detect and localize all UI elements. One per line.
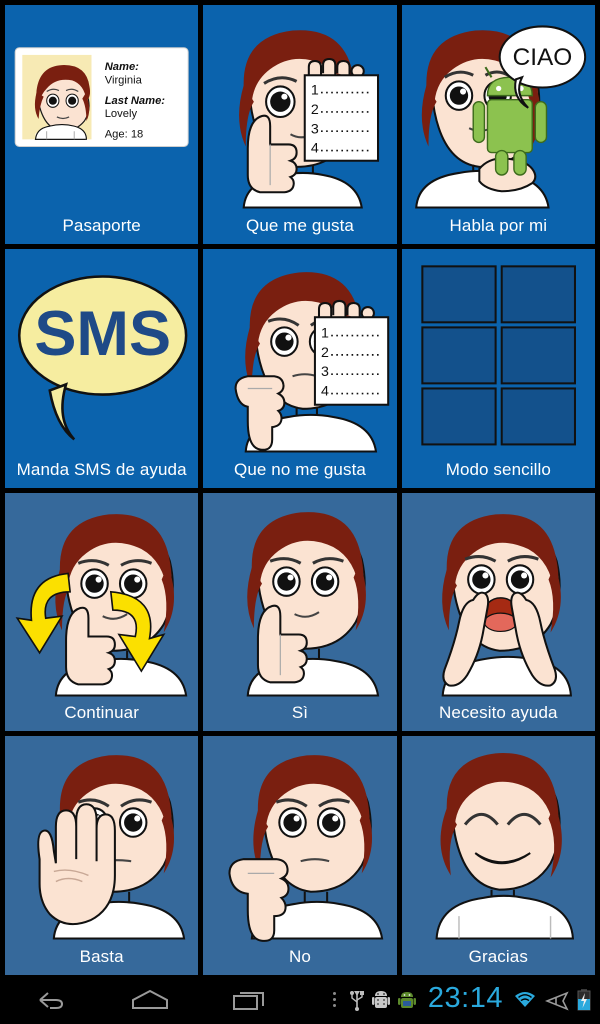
usb-icon	[349, 988, 365, 1012]
svg-text:4: 4	[311, 141, 319, 157]
svg-text:1: 1	[311, 83, 319, 99]
grid-layout-icon	[420, 265, 576, 446]
svg-text:Name:: Name:	[105, 61, 139, 73]
continue-arrows-icon	[15, 513, 188, 697]
battery-charging-icon	[576, 988, 592, 1012]
status-clock: 23:14	[427, 982, 503, 1014]
svg-text:SMS: SMS	[34, 299, 171, 369]
svg-text:2: 2	[311, 102, 319, 118]
board-cell-label: Gracias	[468, 947, 528, 966]
communication-board-grid: Name: Virginia Last Name: Lovely Age: 18…	[0, 0, 600, 975]
thumbs-down-icon	[228, 755, 384, 943]
basta-illustration	[5, 736, 198, 948]
si-illustration	[203, 493, 396, 705]
navigation-keys	[0, 975, 300, 1024]
passport-card-icon: Name: Virginia Last Name: Lovely Age: 18	[14, 47, 189, 147]
board-cell-habla-por-mi[interactable]: CIAO Habla por mi	[401, 5, 595, 244]
svg-text:2: 2	[321, 345, 329, 361]
home-icon	[132, 989, 168, 1009]
recent-apps-icon	[233, 991, 264, 1010]
board-cell-basta[interactable]: Basta	[5, 736, 199, 975]
svg-text:Virginia: Virginia	[105, 74, 143, 86]
board-cell-label: Manda SMS de ayuda	[16, 459, 187, 479]
svg-text:Age: 18: Age: 18	[105, 128, 144, 140]
svg-text:4: 4	[321, 383, 329, 399]
que-me-gusta-illustration: 1 2 3 4	[203, 5, 396, 217]
board-cell-gracias[interactable]: Gracias	[401, 736, 595, 975]
que-no-me-gusta-illustration: 1 2 3 4	[203, 249, 396, 461]
smiling-face-icon	[435, 753, 574, 940]
svg-text:1: 1	[321, 325, 329, 341]
thumbs-up-icon	[247, 511, 380, 697]
board-cell-si[interactable]: Sì	[203, 492, 397, 732]
manda-sms-illustration: SMS	[5, 249, 198, 461]
board-cell-modo-sencillo[interactable]: Modo sencillo	[401, 248, 595, 488]
sms-speech-bubble-icon: SMS	[17, 275, 188, 441]
stop-hand-icon	[37, 755, 186, 940]
svg-text:3: 3	[311, 121, 319, 137]
svg-text:CIAO: CIAO	[512, 44, 572, 71]
board-cell-manda-sms[interactable]: SMS Manda SMS de ayuda	[5, 248, 199, 488]
shouting-hands-icon	[441, 513, 572, 697]
board-cell-que-me-gusta[interactable]: 1 2 3 4 Que me gusta	[203, 5, 397, 244]
wifi-icon	[512, 989, 538, 1011]
board-cell-necesito-ayuda[interactable]: Necesito ayuda	[401, 492, 595, 732]
home-button[interactable]	[100, 975, 200, 1024]
android-speech-icon: CIAO	[414, 25, 586, 209]
board-cell-label: Modo sencillo	[445, 459, 551, 479]
recent-apps-button[interactable]	[200, 975, 300, 1024]
airplane-mode-icon	[545, 989, 569, 1011]
board-cell-label: Pasaporte	[62, 215, 141, 235]
android-robot-icon	[397, 989, 417, 1011]
board-cell-label: No	[289, 947, 311, 966]
thumbs-down-with-list-icon: 1 2 3 4	[234, 271, 390, 453]
board-cell-label: Necesito ayuda	[439, 703, 558, 723]
board-cell-label: Que me gusta	[246, 215, 354, 235]
android-app-screen: Name: Virginia Last Name: Lovely Age: 18…	[0, 0, 600, 1024]
gracias-illustration	[402, 736, 595, 948]
modo-sencillo-illustration	[402, 249, 595, 461]
continuar-illustration	[5, 493, 198, 705]
necesito-ayuda-illustration	[402, 493, 595, 705]
habla-por-mi-illustration: CIAO	[402, 5, 595, 217]
overflow-menu-button[interactable]	[332, 992, 336, 1007]
board-cell-label: Sì	[291, 703, 309, 723]
board-cell-no[interactable]: No	[203, 736, 397, 975]
board-cell-label: Continuar	[64, 703, 139, 723]
status-area: 23:14	[300, 975, 600, 1024]
svg-text:Last Name:: Last Name:	[105, 95, 166, 107]
no-illustration	[203, 736, 396, 948]
board-cell-label: Basta	[79, 947, 124, 966]
board-cell-pasaporte[interactable]: Name: Virginia Last Name: Lovely Age: 18…	[5, 5, 199, 244]
back-button[interactable]	[0, 975, 100, 1024]
back-arrow-icon	[39, 991, 64, 1009]
svg-text:Lovely: Lovely	[105, 108, 138, 120]
android-system-bar: 23:14	[0, 975, 600, 1024]
board-cell-continuar[interactable]: Continuar	[5, 492, 199, 732]
board-cell-label: Habla por mi	[449, 215, 548, 235]
svg-text:3: 3	[321, 364, 329, 380]
thumbs-up-with-list-icon: 1 2 3 4	[239, 30, 380, 209]
pasaporte-illustration: Name: Virginia Last Name: Lovely Age: 18	[5, 5, 198, 217]
board-cell-label: Que no me gusta	[234, 459, 366, 479]
board-cell-que-no-me-gusta[interactable]: 1 2 3 4 Que no me gusta	[203, 248, 397, 488]
usb-debugging-android-icon	[371, 989, 390, 1011]
